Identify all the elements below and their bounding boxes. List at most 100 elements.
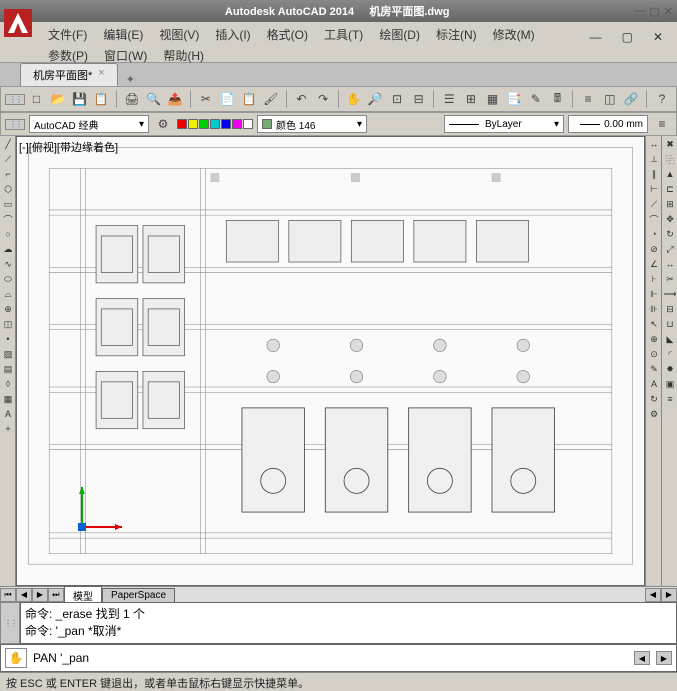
quickcalc-icon[interactable]: 🖩 xyxy=(548,89,568,109)
design-center-icon[interactable]: ⊞ xyxy=(461,89,481,109)
close-tab-icon[interactable]: × xyxy=(98,67,104,83)
rectangle-tool-icon[interactable]: ▭ xyxy=(1,197,15,211)
zoom-icon[interactable]: 🔎 xyxy=(366,89,386,109)
polygon-tool-icon[interactable]: ⬡ xyxy=(1,182,15,196)
tab-scroll-last-icon[interactable]: ⏭ xyxy=(48,588,64,602)
point-tool-icon[interactable]: • xyxy=(1,332,15,346)
paperspace-tab[interactable]: PaperSpace xyxy=(102,588,175,602)
array-icon[interactable]: ⊞ xyxy=(663,197,677,211)
revcloud-tool-icon[interactable]: ☁ xyxy=(1,242,15,256)
ucs-icon[interactable] xyxy=(67,482,127,545)
workspace-settings-icon[interactable]: ⚙ xyxy=(153,114,173,134)
sheet-set-icon[interactable]: 📑 xyxy=(504,89,524,109)
lineweight-toggle-icon[interactable]: ≡ xyxy=(652,114,672,134)
open-icon[interactable]: 📂 xyxy=(48,89,68,109)
dim-update-icon[interactable]: ↻ xyxy=(647,392,661,406)
plot-icon[interactable]: 🖨 xyxy=(122,89,142,109)
join-icon[interactable]: ⊔ xyxy=(663,317,677,331)
block-icon[interactable]: ◫ xyxy=(600,89,620,109)
pan-icon[interactable]: ✋ xyxy=(344,89,364,109)
preview-icon[interactable]: 🔍 xyxy=(144,89,164,109)
redo-icon[interactable]: ↷ xyxy=(313,89,333,109)
draworder-icon[interactable]: ▣ xyxy=(663,377,677,391)
mtext-tool-icon[interactable]: A xyxy=(1,407,15,421)
ellipsearc-tool-icon[interactable]: ⌓ xyxy=(1,287,15,301)
copy-icon[interactable]: 📄 xyxy=(218,89,238,109)
match-icon[interactable]: 🖌 xyxy=(261,89,281,109)
arc-tool-icon[interactable]: ⌒ xyxy=(1,212,15,226)
spline-tool-icon[interactable]: ∿ xyxy=(1,257,15,271)
leader-icon[interactable]: ↖ xyxy=(647,317,661,331)
region-tool-icon[interactable]: ◊ xyxy=(1,377,15,391)
cmd-grip[interactable]: ⋮⋮ xyxy=(0,602,20,644)
command-prompt[interactable]: PAN '_pan xyxy=(33,651,628,665)
toolbar-grip[interactable]: ⋮⋮ xyxy=(5,119,25,130)
color-red[interactable] xyxy=(177,119,187,129)
app-logo[interactable] xyxy=(4,9,32,37)
viewport-label[interactable]: [-][俯视][带边缘着色] xyxy=(19,139,118,155)
menu-file[interactable]: 文件(F) xyxy=(40,24,95,45)
dim-radius-icon[interactable]: ◔ xyxy=(647,227,661,241)
save-icon[interactable]: 💾 xyxy=(70,89,90,109)
cmd-scroll-right[interactable]: ▶ xyxy=(656,651,672,665)
line-tool-icon[interactable]: ╱ xyxy=(1,137,15,151)
drawing-canvas[interactable]: [-][俯视][带边缘着色] xyxy=(16,136,645,586)
ellipse-tool-icon[interactable]: ⬭ xyxy=(1,272,15,286)
doc-close-button[interactable]: ✕ xyxy=(645,28,671,46)
saveas-icon[interactable]: 📋 xyxy=(92,89,112,109)
cut-icon[interactable]: ✂ xyxy=(196,89,216,109)
doc-minimize-button[interactable]: — xyxy=(582,28,610,46)
menu-format[interactable]: 格式(O) xyxy=(259,24,316,45)
menu-view[interactable]: 视图(V) xyxy=(151,24,207,45)
paste-icon[interactable]: 📋 xyxy=(239,89,259,109)
lineweight-dropdown[interactable]: 0.00 mm xyxy=(568,115,648,133)
menu-tools[interactable]: 工具(T) xyxy=(316,24,371,45)
color-green[interactable] xyxy=(199,119,209,129)
insert-tool-icon[interactable]: ⊕ xyxy=(1,302,15,316)
xline-tool-icon[interactable]: ⟋ xyxy=(1,152,15,166)
dim-baseline-icon[interactable]: ⊩ xyxy=(647,287,661,301)
copy-mod-icon[interactable]: ⿻ xyxy=(663,152,677,166)
dim-angle-icon[interactable]: ∠ xyxy=(647,257,661,271)
dim-linear-icon[interactable]: ⊢ xyxy=(647,182,661,196)
dim-edit-icon[interactable]: ✎ xyxy=(647,362,661,376)
layer-icon[interactable]: ≡ xyxy=(578,89,598,109)
minimize-button[interactable]: — xyxy=(634,5,645,18)
color-white[interactable] xyxy=(243,119,253,129)
new-tab-button[interactable]: ✦ xyxy=(126,73,135,86)
dim-continue-icon[interactable]: ⊪ xyxy=(647,302,661,316)
break-icon[interactable]: ⊟ xyxy=(663,302,677,316)
color-magenta[interactable] xyxy=(232,119,242,129)
offset-icon[interactable]: ⊏ xyxy=(663,182,677,196)
hscroll-right-icon[interactable]: ▶ xyxy=(661,588,677,602)
doc-maximize-button[interactable]: ▢ xyxy=(614,28,641,46)
parallel-icon[interactable]: ∥ xyxy=(647,167,661,181)
zoom-window-icon[interactable]: ⊡ xyxy=(387,89,407,109)
color-blue[interactable] xyxy=(221,119,231,129)
properties-icon[interactable]: ☰ xyxy=(439,89,459,109)
circle-tool-icon[interactable]: ○ xyxy=(1,227,15,241)
close-button[interactable]: ✕ xyxy=(664,5,673,18)
color-yellow[interactable] xyxy=(188,119,198,129)
workspace-dropdown[interactable]: AutoCAD 经典 ▾ xyxy=(29,115,149,133)
dim-style-icon[interactable]: ⚙ xyxy=(647,407,661,421)
erase-icon[interactable]: ✖ xyxy=(663,137,677,151)
trim-icon[interactable]: ✂ xyxy=(663,272,677,286)
menu-help[interactable]: 帮助(H) xyxy=(155,45,212,66)
rotate-icon[interactable]: ↻ xyxy=(663,227,677,241)
center-mark-icon[interactable]: ⊙ xyxy=(647,347,661,361)
dim-text-icon[interactable]: A xyxy=(647,377,661,391)
cmd-scroll-left[interactable]: ◀ xyxy=(634,651,650,665)
menu-draw[interactable]: 绘图(D) xyxy=(371,24,428,45)
dim-diameter-icon[interactable]: ⊘ xyxy=(647,242,661,256)
tab-scroll-first-icon[interactable]: ⏮ xyxy=(0,588,16,602)
polyline-tool-icon[interactable]: ⌐ xyxy=(1,167,15,181)
fillet-icon[interactable]: ◜ xyxy=(663,347,677,361)
help-icon[interactable]: ? xyxy=(652,89,672,109)
block-tool-icon[interactable]: ◫ xyxy=(1,317,15,331)
menu-insert[interactable]: 插入(I) xyxy=(207,24,258,45)
gradient-tool-icon[interactable]: ▤ xyxy=(1,362,15,376)
toolbar-grip[interactable]: ⋮⋮ xyxy=(5,94,25,105)
file-tab-active[interactable]: 机房平面图* × xyxy=(20,63,118,86)
menu-edit[interactable]: 编辑(E) xyxy=(95,24,151,45)
